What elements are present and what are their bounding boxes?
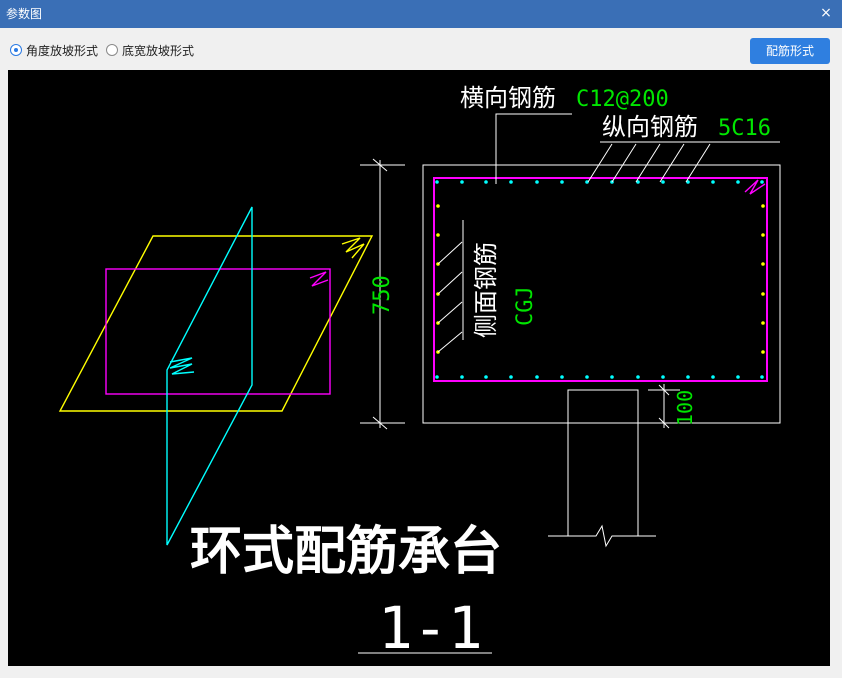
cyan-hook bbox=[169, 357, 195, 375]
radio-width-slope[interactable]: 底宽放坡形式 bbox=[106, 43, 195, 58]
radio-angle-slope-label: 角度放坡形式 bbox=[26, 43, 99, 58]
radio-dot-icon bbox=[10, 44, 22, 56]
radio-width-slope-label: 底宽放坡形式 bbox=[122, 43, 195, 58]
cyan-section-plane bbox=[166, 206, 253, 546]
drawing-canvas: 750 100 横向钢筋 C12@200 纵向钢筋 5C16 侧面钢筋 CGJ … bbox=[8, 70, 830, 666]
height-dim-text: 750 bbox=[370, 275, 395, 315]
toolbar: 角度放坡形式 底宽放坡形式 配筋形式 bbox=[0, 28, 842, 70]
side-rebar-value: CGJ bbox=[513, 286, 538, 326]
main-title: 环式配筋承台 bbox=[190, 522, 502, 582]
transverse-rebar-label: 横向钢筋 bbox=[460, 84, 556, 112]
yellow-hook bbox=[341, 237, 365, 259]
magenta-hook bbox=[309, 271, 329, 287]
cap-3d-view bbox=[58, 206, 374, 546]
yellow-cap-outline bbox=[58, 235, 374, 412]
longitudinal-rebar-label: 纵向钢筋 bbox=[602, 113, 698, 141]
rebar-dots-top bbox=[435, 180, 764, 184]
cover-dim-text: 100 bbox=[673, 390, 697, 426]
section-label: 1-1 bbox=[378, 594, 483, 662]
pile-break-line bbox=[548, 524, 656, 548]
side-rebar-label: 侧面钢筋 bbox=[472, 242, 500, 338]
cap-section-view bbox=[422, 164, 781, 548]
rebar-dots-bottom bbox=[435, 375, 764, 379]
longitudinal-rebar-value: 5C16 bbox=[718, 116, 771, 141]
transverse-rebar-value: C12@200 bbox=[576, 87, 669, 112]
close-icon[interactable]: × bbox=[818, 4, 834, 22]
pile-outline bbox=[567, 389, 639, 423]
magenta-ring-rebar bbox=[105, 268, 331, 395]
radio-dot-icon bbox=[106, 44, 118, 56]
title-bar: 参数图 × bbox=[0, 0, 842, 28]
cad-drawing: 750 100 横向钢筋 C12@200 纵向钢筋 5C16 侧面钢筋 CGJ … bbox=[58, 84, 781, 662]
window-title: 参数图 bbox=[6, 7, 43, 21]
radio-angle-slope[interactable]: 角度放坡形式 bbox=[10, 43, 99, 58]
rebar-form-button[interactable]: 配筋形式 bbox=[750, 38, 830, 64]
